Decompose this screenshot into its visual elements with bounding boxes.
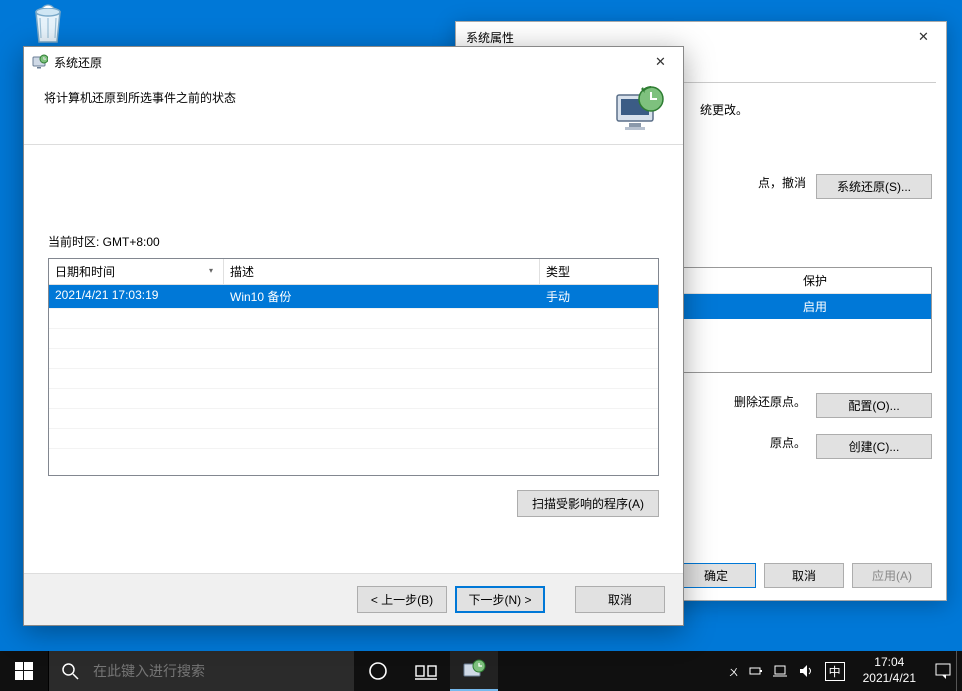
ok-button[interactable]: 确定	[676, 563, 756, 588]
scan-affected-programs-button[interactable]: 扫描受影响的程序(A)	[517, 490, 659, 517]
empty-row	[49, 428, 658, 448]
wizard-footer: < 上一步(B) 下一步(N) > 取消	[24, 573, 683, 625]
wizard-title: 系统还原	[54, 54, 638, 71]
col-type[interactable]: 类型	[540, 259, 658, 285]
ime-indicator[interactable]: 中	[825, 662, 845, 681]
taskbar-clock[interactable]: 17:04 2021/4/21	[855, 655, 924, 686]
search-icon	[61, 662, 79, 680]
sysprop-title: 系统属性	[466, 29, 901, 46]
cancel-button[interactable]: 取消	[764, 563, 844, 588]
system-restore-wizard: 系统还原 ✕ 将计算机还原到所选事件之前的状态 当前时区: GMT+8:00 日…	[23, 46, 684, 626]
wizard-cancel-button[interactable]: 取消	[575, 586, 665, 613]
empty-row	[49, 348, 658, 368]
task-view-icon	[415, 662, 437, 680]
configure-button[interactable]: 配置(O)...	[816, 393, 932, 418]
system-tray: ㄨ 中 17:04 2021/4/21	[725, 651, 956, 691]
grid-header: 日期和时间▾ 描述 类型	[49, 259, 658, 285]
recycle-bin-icon	[24, 0, 72, 48]
protection-status: 启用	[803, 298, 923, 315]
task-view-button[interactable]	[402, 651, 450, 691]
clock-time: 17:04	[863, 655, 916, 671]
restore-app-icon	[462, 658, 486, 682]
col-description[interactable]: 描述	[224, 259, 540, 285]
restore-point-row[interactable]: 2021/4/21 17:03:19 Win10 备份 手动	[49, 285, 658, 308]
show-desktop-button[interactable]	[956, 651, 962, 691]
sort-desc-icon: ▾	[209, 266, 213, 275]
close-icon: ✕	[655, 54, 666, 70]
search-input[interactable]	[93, 663, 342, 679]
tray-overflow-icon[interactable]: ㄨ	[729, 664, 739, 679]
tray-power-icon[interactable]	[749, 664, 763, 678]
empty-row	[49, 308, 658, 328]
back-button[interactable]: < 上一步(B)	[357, 586, 447, 613]
create-button[interactable]: 创建(C)...	[816, 434, 932, 459]
empty-row	[49, 408, 658, 428]
empty-row	[49, 388, 658, 408]
start-button[interactable]	[0, 651, 48, 691]
sysprop-close-button[interactable]: ✕	[901, 23, 946, 52]
wizard-close-button[interactable]: ✕	[638, 48, 683, 77]
close-icon: ✕	[918, 29, 929, 45]
empty-row	[49, 328, 658, 348]
cell-type: 手动	[540, 285, 658, 308]
windows-logo-icon	[15, 662, 33, 680]
cortana-button[interactable]	[354, 651, 402, 691]
empty-row	[49, 448, 658, 468]
col-datetime[interactable]: 日期和时间▾	[49, 259, 224, 285]
wizard-titlebar[interactable]: 系统还原 ✕	[24, 47, 683, 77]
tray-network-icon[interactable]	[773, 664, 789, 678]
empty-row	[49, 368, 658, 388]
col-protection: 保护	[803, 272, 923, 289]
taskbar-search[interactable]	[48, 651, 354, 691]
restore-points-grid[interactable]: 日期和时间▾ 描述 类型 2021/4/21 17:03:19 Win10 备份…	[48, 258, 659, 476]
cell-description: Win10 备份	[224, 285, 540, 308]
restore-logo-icon	[613, 83, 665, 135]
clock-date: 2021/4/21	[863, 671, 916, 687]
wizard-heading: 将计算机还原到所选事件之前的状态	[44, 89, 663, 106]
wizard-title-icon	[32, 54, 48, 70]
taskbar-app-system-restore[interactable]	[450, 651, 498, 691]
taskbar: ㄨ 中 17:04 2021/4/21	[0, 651, 962, 691]
apply-button: 应用(A)	[852, 563, 932, 588]
tray-volume-icon[interactable]	[799, 664, 815, 678]
wizard-header: 将计算机还原到所选事件之前的状态	[24, 77, 683, 145]
recycle-bin-desktop-icon[interactable]	[10, 0, 86, 48]
action-center-icon[interactable]	[934, 662, 952, 680]
cell-datetime: 2021/4/21 17:03:19	[49, 285, 224, 308]
circle-icon	[368, 661, 388, 681]
timezone-label: 当前时区: GMT+8:00	[48, 233, 659, 250]
system-restore-button[interactable]: 系统还原(S)...	[816, 174, 932, 199]
next-button[interactable]: 下一步(N) >	[455, 586, 545, 613]
